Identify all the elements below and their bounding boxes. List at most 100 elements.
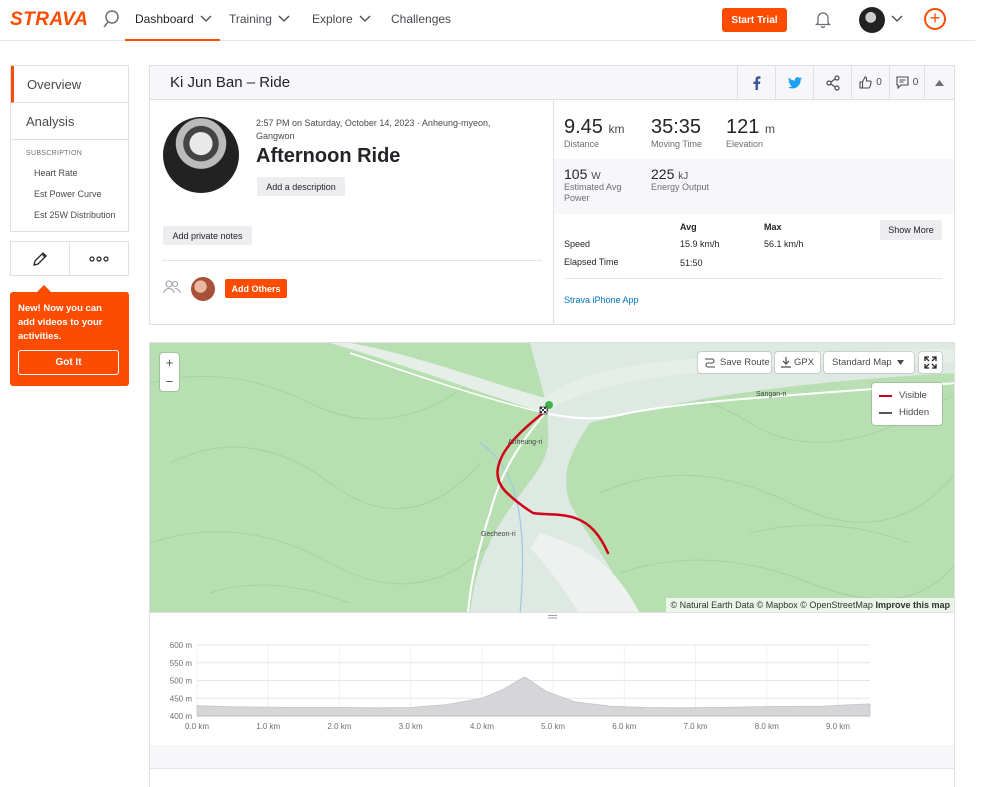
save-route-button[interactable]: Save Route (698, 352, 771, 373)
device-app-link[interactable]: Strava iPhone App (564, 295, 639, 305)
bell-icon[interactable] (815, 10, 831, 28)
collapse-button[interactable] (924, 65, 954, 100)
add-private-notes-button[interactable]: Add private notes (163, 226, 252, 245)
activity-summary: 2:57 PM on Saturday, October 14, 2023 · … (150, 100, 554, 324)
legend-hidden[interactable]: Hidden (879, 407, 929, 418)
nav-training[interactable]: Training (229, 12, 290, 26)
power-stats-row: 105 W Estimated Avg Power 225 kJ Energy … (554, 159, 954, 214)
map-canvas[interactable] (150, 343, 955, 613)
chevron-down-icon (200, 15, 212, 22)
activity-name: Afternoon Ride (256, 145, 401, 167)
callout-arrow (37, 285, 51, 292)
got-it-button[interactable]: Got It (18, 350, 119, 375)
route-map[interactable]: Sangan-ri Anheung-ri Gecheon-ri + − Save… (149, 342, 955, 613)
upload-plus-icon[interactable]: + (924, 8, 946, 30)
x-tick-label: 4.0 km (470, 722, 494, 731)
route-icon (705, 358, 715, 368)
distance-value: 9.45 (564, 116, 603, 138)
nav-explore[interactable]: Explore (312, 12, 371, 26)
athlete-avatar[interactable] (163, 117, 239, 193)
stat-energy: 225 kJ Energy Output (651, 166, 709, 193)
improve-map-link[interactable]: Improve this map (875, 600, 950, 610)
callout-text: New! Now you can add videos to your acti… (18, 303, 103, 342)
elevation-value: 121 (726, 116, 760, 138)
place-label: Anheung-ri (508, 439, 543, 446)
gpx-download-button[interactable]: GPX (775, 352, 820, 373)
edit-button[interactable] (11, 242, 70, 275)
map-type-select[interactable]: Standard Map (824, 352, 914, 373)
sidebar-item-analysis[interactable]: Analysis (11, 103, 128, 140)
sidebar-item-overview[interactable]: Overview (11, 66, 128, 103)
nav-challenges-label: Challenges (391, 12, 452, 26)
x-tick-label: 7.0 km (684, 722, 708, 731)
x-tick-label: 1.0 km (256, 722, 280, 731)
start-trial-button[interactable]: Start Trial (722, 8, 787, 32)
legend-visible[interactable]: Visible (879, 390, 927, 401)
legend-hidden-label: Hidden (899, 407, 930, 418)
chevron-down-icon[interactable] (891, 15, 903, 23)
y-tick-label: 550 m (170, 659, 193, 668)
sidebar-item-heart-rate[interactable]: Heart Rate (11, 163, 128, 184)
thumbs-up-icon (859, 76, 872, 89)
twitter-share-button[interactable] (775, 65, 813, 100)
attribution-text[interactable]: © Natural Earth Data © Mapbox © OpenStre… (670, 600, 873, 610)
more-dots-icon (89, 255, 109, 262)
expand-icon (924, 356, 937, 369)
sidebar: Overview Analysis SUBSCRIPTION Heart Rat… (10, 65, 129, 276)
y-tick-label: 400 m (170, 712, 193, 721)
elevation-chart[interactable]: 400 m 450 m 500 m 550 m 600 m 0.0 km 1.0 km 2.0… (150, 633, 956, 757)
energy-unit: kJ (678, 171, 689, 182)
nav-active-underline (125, 39, 220, 41)
energy-label: Energy Output (651, 182, 710, 192)
fullscreen-button[interactable] (919, 352, 942, 373)
resize-handle[interactable] (149, 613, 955, 621)
search-icon[interactable] (102, 9, 120, 29)
nav-dashboard[interactable]: Dashboard (135, 12, 212, 26)
facebook-share-button[interactable] (737, 65, 775, 100)
x-tick-label: 6.0 km (612, 722, 636, 731)
x-tick-label: 8.0 km (755, 722, 779, 731)
stat-distance: 9.45 km Distance (564, 116, 625, 150)
sidebar-item-power-distribution[interactable]: Est 25W Distribution (11, 205, 128, 231)
elevation-unit: m (764, 122, 775, 136)
map-attribution: © Natural Earth Data © Mapbox © OpenStre… (666, 598, 954, 612)
y-tick-label: 600 m (170, 641, 193, 650)
x-tick-label: 3.0 km (399, 722, 423, 731)
power-label: Estimated Avg Power (564, 182, 622, 203)
add-others-button[interactable]: Add Others (225, 279, 287, 298)
comment-icon (896, 76, 909, 89)
elapsed-avg: 51:50 (680, 258, 703, 268)
share-icon (825, 74, 840, 91)
sidebar-item-power-curve[interactable]: Est Power Curve (11, 184, 128, 205)
legend-visible-label: Visible (899, 390, 927, 401)
share-button[interactable] (813, 65, 851, 100)
elapsed-label: Elapsed Time (564, 257, 619, 267)
nav-challenges[interactable]: Challenges (391, 12, 451, 26)
energy-value: 225 (651, 166, 675, 182)
chevron-up-icon (935, 79, 944, 86)
show-more-button[interactable]: Show More (880, 220, 942, 240)
speed-avg: 15.9 km/h (680, 239, 720, 249)
place-label: Gecheon-ri (481, 531, 516, 538)
zoom-in-button[interactable]: + (166, 355, 174, 370)
sidebar-menu: Overview Analysis SUBSCRIPTION Heart Rat… (10, 65, 129, 232)
comments-button[interactable]: 0 (889, 65, 924, 100)
strava-logo[interactable]: STRAVA (10, 9, 88, 31)
y-tick-label: 450 m (170, 694, 193, 703)
place-label: Sangan-ri (756, 391, 787, 398)
user-avatar[interactable] (859, 7, 885, 33)
activity-stats: 9.45 km Distance 35:35 Moving Time 121 m… (554, 100, 954, 324)
stat-moving-time: 35:35 Moving Time (651, 116, 702, 150)
participant-avatar[interactable] (191, 277, 215, 301)
y-tick-label: 500 m (170, 677, 193, 686)
chevron-down-icon (359, 15, 371, 22)
speed-label: Speed (564, 239, 591, 249)
more-button[interactable] (70, 242, 128, 275)
divider (564, 278, 942, 279)
zoom-out-button[interactable]: − (166, 374, 174, 389)
add-description-button[interactable]: Add a description (257, 177, 345, 196)
x-tick-label: 5.0 km (541, 722, 565, 731)
map-legend: Visible Hidden (872, 383, 942, 425)
kudos-button[interactable]: 0 (851, 65, 889, 100)
save-route-label: Save Route (720, 357, 770, 368)
